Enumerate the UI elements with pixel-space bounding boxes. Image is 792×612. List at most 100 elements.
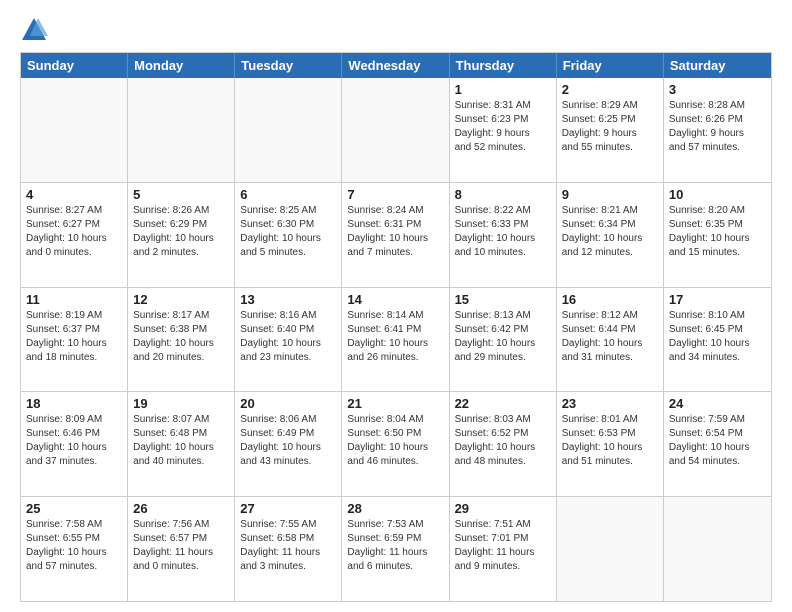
day-number: 21 [347, 396, 443, 411]
header-day-monday: Monday [128, 53, 235, 78]
day-number: 2 [562, 82, 658, 97]
day-number: 23 [562, 396, 658, 411]
day-number: 4 [26, 187, 122, 202]
cal-cell: 27 Sunrise: 7:55 AMSunset: 6:58 PMDayligh… [235, 497, 342, 601]
day-number: 28 [347, 501, 443, 516]
day-info: Sunrise: 8:22 AMSunset: 6:33 PMDaylight:… [455, 204, 551, 260]
day-info: Sunrise: 8:25 AMSunset: 6:30 PMDaylight:… [240, 204, 336, 260]
cal-cell: 18 Sunrise: 8:09 AMSunset: 6:46 PMDayligh… [21, 392, 128, 496]
day-info: Sunrise: 8:07 AMSunset: 6:48 PMDaylight:… [133, 413, 229, 469]
cal-cell: 16 Sunrise: 8:12 AMSunset: 6:44 PMDayligh… [557, 288, 664, 392]
cal-cell: 26 Sunrise: 7:56 AMSunset: 6:57 PMDayligh… [128, 497, 235, 601]
cal-cell: 8 Sunrise: 8:22 AMSunset: 6:33 PMDaylight… [450, 183, 557, 287]
day-number: 3 [669, 82, 766, 97]
day-number: 7 [347, 187, 443, 202]
day-number: 5 [133, 187, 229, 202]
cal-cell: 1 Sunrise: 8:31 AMSunset: 6:23 PMDaylight… [450, 78, 557, 182]
cal-cell: 24 Sunrise: 7:59 AMSunset: 6:54 PMDayligh… [664, 392, 771, 496]
day-number: 24 [669, 396, 766, 411]
cal-cell: 10 Sunrise: 8:20 AMSunset: 6:35 PMDayligh… [664, 183, 771, 287]
day-info: Sunrise: 8:17 AMSunset: 6:38 PMDaylight:… [133, 309, 229, 365]
day-info: Sunrise: 8:31 AMSunset: 6:23 PMDaylight:… [455, 99, 551, 155]
week-row-5: 25Sunrise: 7:58 AMSunset: 6:55 PMDayligh… [21, 496, 771, 601]
cal-cell [235, 78, 342, 182]
cal-cell: 29 Sunrise: 7:51 AMSunset: 7:01 PMDayligh… [450, 497, 557, 601]
cal-cell: 5Sunrise: 8:26 AMSunset: 6:29 PMDaylight… [128, 183, 235, 287]
day-info: Sunrise: 7:59 AMSunset: 6:54 PMDaylight:… [669, 413, 766, 469]
cal-cell [128, 78, 235, 182]
day-info: Sunrise: 8:28 AMSunset: 6:26 PMDaylight:… [669, 99, 766, 155]
week-row-4: 18 Sunrise: 8:09 AMSunset: 6:46 PMDayligh… [21, 391, 771, 496]
cal-cell: 6Sunrise: 8:25 AMSunset: 6:30 PMDaylight… [235, 183, 342, 287]
cal-cell: 11Sunrise: 8:19 AMSunset: 6:37 PMDayligh… [21, 288, 128, 392]
header-day-thursday: Thursday [450, 53, 557, 78]
cal-cell: 20 Sunrise: 8:06 AMSunset: 6:49 PMDayligh… [235, 392, 342, 496]
cal-cell: 14 Sunrise: 8:14 AMSunset: 6:41 PMDayligh… [342, 288, 449, 392]
day-number: 25 [26, 501, 122, 516]
day-number: 12 [133, 292, 229, 307]
cal-cell: 2 Sunrise: 8:29 AMSunset: 6:25 PMDaylight… [557, 78, 664, 182]
day-number: 27 [240, 501, 336, 516]
day-number: 22 [455, 396, 551, 411]
cal-cell [342, 78, 449, 182]
day-info: Sunrise: 8:10 AMSunset: 6:45 PMDaylight:… [669, 309, 766, 365]
page: SundayMondayTuesdayWednesdayThursdayFrid… [0, 0, 792, 612]
calendar: SundayMondayTuesdayWednesdayThursdayFrid… [20, 52, 772, 602]
day-info: Sunrise: 7:56 AMSunset: 6:57 PMDaylight:… [133, 518, 229, 574]
header-day-saturday: Saturday [664, 53, 771, 78]
day-info: Sunrise: 8:04 AMSunset: 6:50 PMDaylight:… [347, 413, 443, 469]
day-info: Sunrise: 8:12 AMSunset: 6:44 PMDaylight:… [562, 309, 658, 365]
cal-cell: 15Sunrise: 8:13 AMSunset: 6:42 PMDayligh… [450, 288, 557, 392]
week-row-3: 11Sunrise: 8:19 AMSunset: 6:37 PMDayligh… [21, 287, 771, 392]
day-number: 26 [133, 501, 229, 516]
week-row-2: 4 Sunrise: 8:27 AMSunset: 6:27 PMDaylight… [21, 182, 771, 287]
cal-cell: 21 Sunrise: 8:04 AMSunset: 6:50 PMDayligh… [342, 392, 449, 496]
cal-cell: 4 Sunrise: 8:27 AMSunset: 6:27 PMDaylight… [21, 183, 128, 287]
cal-cell: 9 Sunrise: 8:21 AMSunset: 6:34 PMDaylight… [557, 183, 664, 287]
cal-cell: 25Sunrise: 7:58 AMSunset: 6:55 PMDayligh… [21, 497, 128, 601]
day-number: 17 [669, 292, 766, 307]
calendar-body: 1 Sunrise: 8:31 AMSunset: 6:23 PMDaylight… [21, 78, 771, 601]
day-number: 9 [562, 187, 658, 202]
day-info: Sunrise: 8:13 AMSunset: 6:42 PMDaylight:… [455, 309, 551, 365]
logo-icon [20, 16, 48, 44]
header-day-friday: Friday [557, 53, 664, 78]
calendar-header: SundayMondayTuesdayWednesdayThursdayFrid… [21, 53, 771, 78]
header-day-sunday: Sunday [21, 53, 128, 78]
header [20, 16, 772, 44]
day-number: 8 [455, 187, 551, 202]
cal-cell [21, 78, 128, 182]
header-day-tuesday: Tuesday [235, 53, 342, 78]
day-info: Sunrise: 8:24 AMSunset: 6:31 PMDaylight:… [347, 204, 443, 260]
cal-cell: 12 Sunrise: 8:17 AMSunset: 6:38 PMDayligh… [128, 288, 235, 392]
cal-cell: 23Sunrise: 8:01 AMSunset: 6:53 PMDayligh… [557, 392, 664, 496]
day-info: Sunrise: 8:20 AMSunset: 6:35 PMDaylight:… [669, 204, 766, 260]
day-info: Sunrise: 8:27 AMSunset: 6:27 PMDaylight:… [26, 204, 122, 260]
day-info: Sunrise: 7:53 AMSunset: 6:59 PMDaylight:… [347, 518, 443, 574]
cal-cell: 22 Sunrise: 8:03 AMSunset: 6:52 PMDayligh… [450, 392, 557, 496]
day-info: Sunrise: 8:09 AMSunset: 6:46 PMDaylight:… [26, 413, 122, 469]
day-number: 10 [669, 187, 766, 202]
day-info: Sunrise: 8:21 AMSunset: 6:34 PMDaylight:… [562, 204, 658, 260]
day-number: 13 [240, 292, 336, 307]
day-info: Sunrise: 8:14 AMSunset: 6:41 PMDaylight:… [347, 309, 443, 365]
logo [20, 16, 52, 44]
day-info: Sunrise: 7:51 AMSunset: 7:01 PMDaylight:… [455, 518, 551, 574]
day-number: 20 [240, 396, 336, 411]
day-info: Sunrise: 7:55 AMSunset: 6:58 PMDaylight:… [240, 518, 336, 574]
day-number: 1 [455, 82, 551, 97]
day-info: Sunrise: 8:03 AMSunset: 6:52 PMDaylight:… [455, 413, 551, 469]
day-info: Sunrise: 8:29 AMSunset: 6:25 PMDaylight:… [562, 99, 658, 155]
day-number: 14 [347, 292, 443, 307]
cal-cell [557, 497, 664, 601]
day-number: 29 [455, 501, 551, 516]
day-number: 19 [133, 396, 229, 411]
day-number: 16 [562, 292, 658, 307]
day-number: 11 [26, 292, 122, 307]
day-number: 18 [26, 396, 122, 411]
cal-cell: 17 Sunrise: 8:10 AMSunset: 6:45 PMDayligh… [664, 288, 771, 392]
cal-cell: 3 Sunrise: 8:28 AMSunset: 6:26 PMDaylight… [664, 78, 771, 182]
day-info: Sunrise: 8:06 AMSunset: 6:49 PMDaylight:… [240, 413, 336, 469]
day-info: Sunrise: 8:16 AMSunset: 6:40 PMDaylight:… [240, 309, 336, 365]
header-day-wednesday: Wednesday [342, 53, 449, 78]
